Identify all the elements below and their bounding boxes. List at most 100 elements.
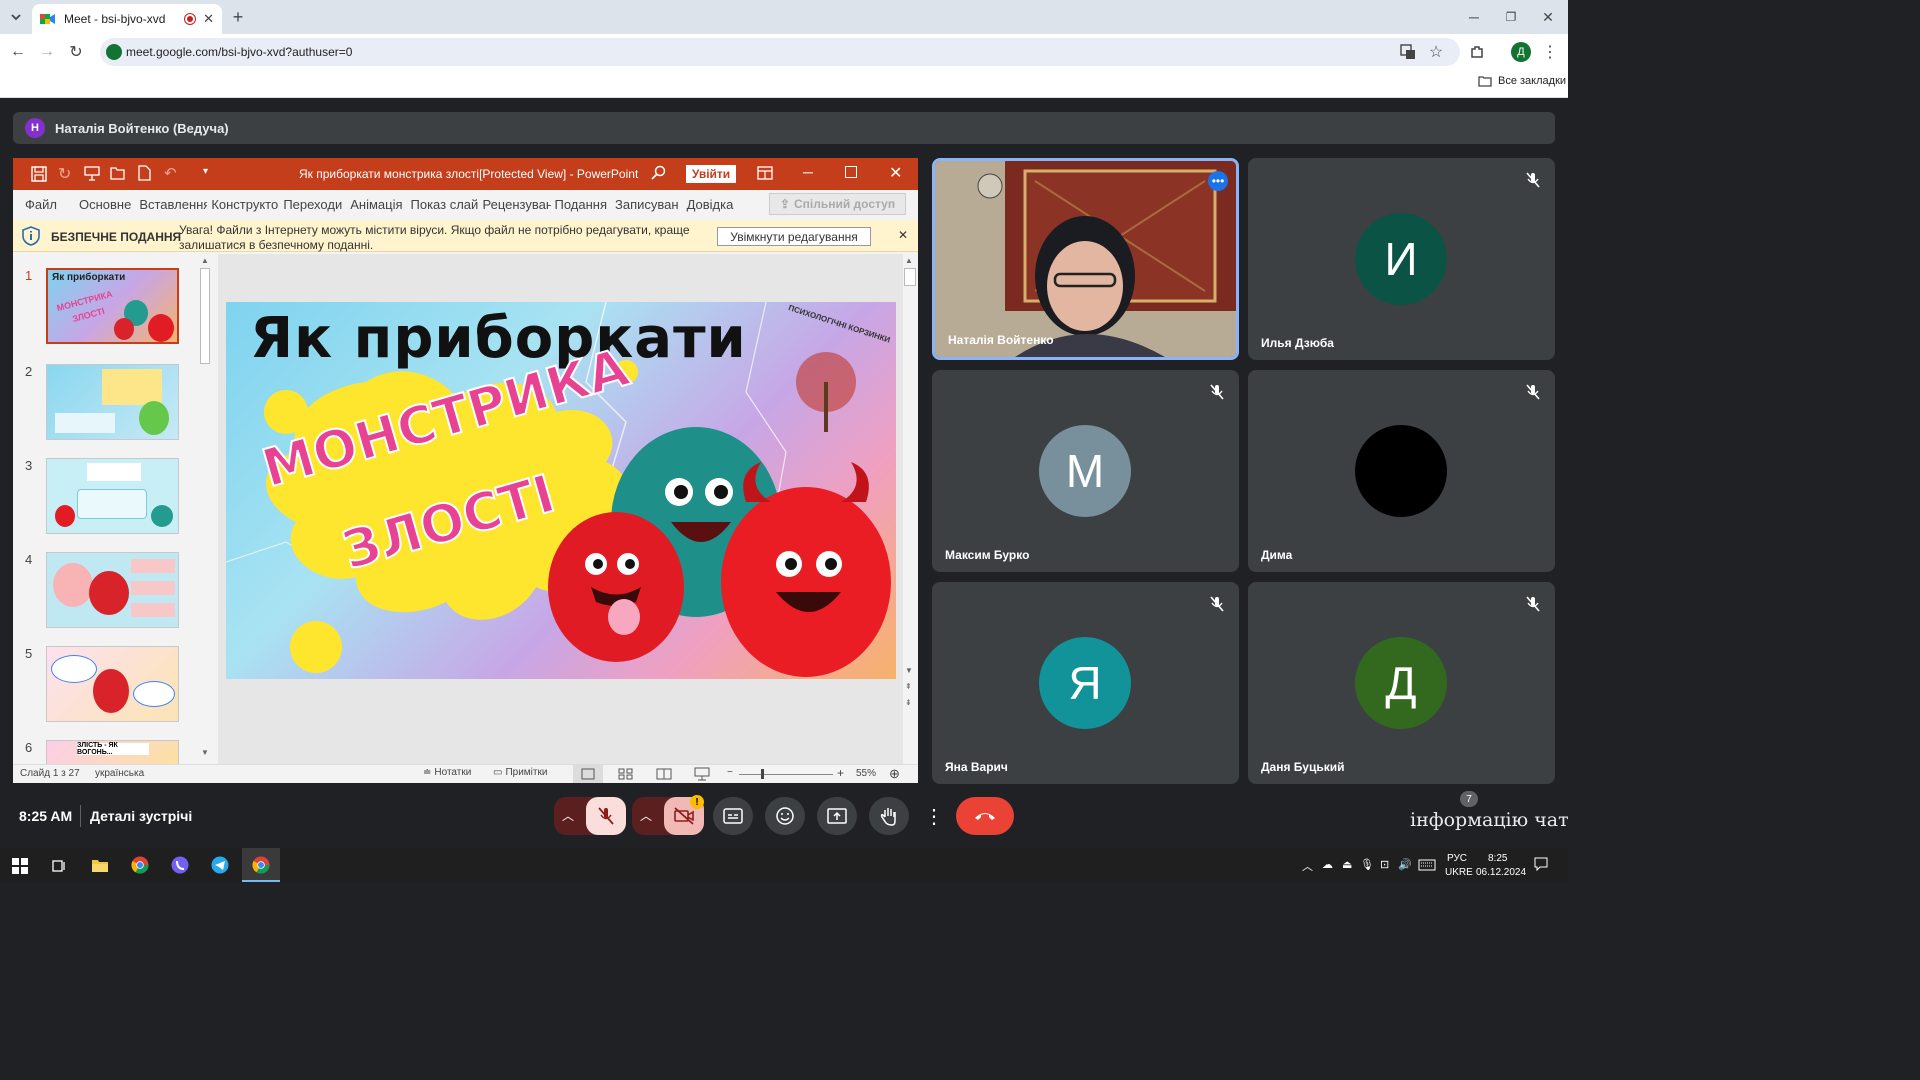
language-status[interactable]: українська xyxy=(95,768,144,779)
tab-home[interactable]: Основне xyxy=(75,197,135,212)
mic-options-chevron-icon[interactable]: ︿ xyxy=(562,807,574,824)
open-icon[interactable] xyxy=(110,166,126,180)
url-input[interactable]: meet.google.com/bsi-bjvo-xvd?authuser=0 xyxy=(100,38,1460,66)
share-button[interactable]: ⇪ Спільний доступ xyxy=(769,193,906,215)
search-icon[interactable] xyxy=(651,165,667,181)
zoom-level[interactable]: 55% xyxy=(856,768,876,779)
chrome-active-task[interactable] xyxy=(242,848,280,882)
browser-tab[interactable]: Meet - bsi-bjvo-xvd ✕ xyxy=(32,4,222,34)
scroll-up-icon[interactable]: ▲ xyxy=(201,256,209,265)
restore-icon[interactable]: ❐ xyxy=(1499,5,1523,29)
translate-icon[interactable] xyxy=(1396,40,1420,64)
notifications-icon[interactable] xyxy=(1534,857,1548,871)
slide-scroll-down-icon[interactable]: ▼ xyxy=(905,666,913,675)
sorter-view-icon[interactable] xyxy=(611,765,641,783)
zoom-in-icon[interactable]: + xyxy=(837,766,844,780)
fit-slide-icon[interactable]: ⊕ xyxy=(889,766,900,782)
extensions-icon[interactable] xyxy=(1465,40,1489,64)
viber-icon[interactable] xyxy=(171,856,189,874)
tab-review[interactable]: Рецензуван xyxy=(479,197,551,212)
mic-toggle-button[interactable] xyxy=(586,797,626,835)
zoom-out-icon[interactable]: − xyxy=(727,767,733,778)
network-icon[interactable]: ⊡ xyxy=(1380,858,1389,871)
slide-thumbnail-2[interactable] xyxy=(46,364,179,440)
input-lang-2[interactable]: UKRE xyxy=(1445,867,1473,878)
keyboard-icon[interactable] xyxy=(1418,859,1436,871)
all-bookmarks-button[interactable]: Все закладки xyxy=(1478,75,1566,87)
present-icon[interactable] xyxy=(84,165,100,181)
prev-slide-icon[interactable]: ⇞ xyxy=(905,682,912,691)
next-slide-icon[interactable]: ⇟ xyxy=(905,698,912,707)
windows-start-icon[interactable] xyxy=(12,858,28,874)
back-icon[interactable]: ← xyxy=(6,40,30,64)
autosave-icon[interactable]: ↻ xyxy=(58,164,71,184)
slide-thumbnail-6[interactable]: ЗЛІСТЬ - ЯК ВОГОНЬ... xyxy=(46,740,179,764)
comments-button[interactable]: ▭ Примітки xyxy=(493,767,547,778)
input-lang-1[interactable]: РУС xyxy=(1447,853,1467,864)
notes-button[interactable]: ≐ Нотатки xyxy=(423,767,471,778)
usb-icon[interactable]: ⏏ xyxy=(1342,858,1352,871)
meeting-details[interactable]: Деталі зустрічі xyxy=(90,808,192,824)
participant-tile-2[interactable]: И Илья Дзюба xyxy=(1248,158,1555,360)
leave-call-button[interactable] xyxy=(956,797,1014,835)
slide-scrollbar[interactable]: ▲ ▼ ⇞ ⇟ xyxy=(903,254,917,764)
clock-date[interactable]: 06.12.2024 xyxy=(1476,867,1526,878)
slide-thumbnail-3[interactable] xyxy=(46,458,179,534)
tab-file[interactable]: Файл xyxy=(21,197,61,212)
task-view-icon[interactable] xyxy=(51,858,67,874)
normal-view-icon[interactable] xyxy=(573,765,603,783)
forward-icon[interactable]: → xyxy=(35,40,59,64)
new-file-icon[interactable] xyxy=(138,165,151,181)
tab-recording[interactable]: Записуван xyxy=(611,197,683,212)
close-tab-icon[interactable]: ✕ xyxy=(203,11,214,27)
slide-thumbnail-5[interactable] xyxy=(46,646,179,722)
volume-icon[interactable]: 🔊 xyxy=(1398,858,1412,871)
participant-tile-1[interactable]: ••• Наталія Войтенко xyxy=(932,158,1239,360)
enable-editing-button[interactable]: Увімкнути редагування xyxy=(717,227,871,246)
more-options-icon[interactable]: ••• xyxy=(1208,171,1228,191)
tray-chevron-icon[interactable]: ︿ xyxy=(1302,858,1313,874)
scroll-down-icon[interactable]: ▼ xyxy=(201,748,209,757)
profile-avatar[interactable]: Д xyxy=(1509,40,1533,64)
tab-transitions[interactable]: Переходи xyxy=(279,197,346,212)
telegram-icon[interactable] xyxy=(211,856,229,874)
thumbs-scrollbar[interactable]: ▲ ▼ xyxy=(199,254,211,764)
close-window-icon[interactable]: ✕ xyxy=(1536,5,1560,29)
clock-time[interactable]: 8:25 xyxy=(1488,853,1507,864)
ppt-maximize-icon[interactable] xyxy=(845,166,857,178)
signin-button[interactable]: Увійти xyxy=(686,165,736,183)
ribbon-display-icon[interactable] xyxy=(757,166,773,180)
slideshow-view-icon[interactable] xyxy=(687,765,717,783)
tab-slideshow[interactable]: Показ слай xyxy=(407,197,479,212)
ppt-minimize-icon[interactable]: ─ xyxy=(803,164,813,180)
slide-scroll-thumb[interactable] xyxy=(904,268,916,286)
tab-animations[interactable]: Анімація xyxy=(346,197,406,212)
slide-scroll-up-icon[interactable]: ▲ xyxy=(905,256,913,265)
participant-tile-4[interactable]: Дима xyxy=(1248,370,1555,572)
tab-design[interactable]: Конструкто xyxy=(207,197,279,212)
captions-button[interactable] xyxy=(713,797,753,835)
participant-tile-5[interactable]: Я Яна Варич xyxy=(932,582,1239,784)
present-screen-button[interactable] xyxy=(817,797,857,835)
slide-thumbnail-1[interactable]: Як приборкати МОНСТРИКА ЗЛОСТІ xyxy=(46,268,179,344)
reload-icon[interactable]: ↻ xyxy=(64,40,88,64)
close-warning-icon[interactable]: ✕ xyxy=(898,228,908,242)
undo-icon[interactable]: ↶ xyxy=(164,164,177,182)
ppt-close-icon[interactable]: ✕ xyxy=(889,163,902,183)
tab-search-icon[interactable] xyxy=(4,5,28,29)
more-options-button[interactable]: ⋮ xyxy=(914,797,954,835)
scroll-thumb[interactable] xyxy=(200,268,210,364)
site-info-icon[interactable] xyxy=(106,44,122,60)
zoom-slider-thumb[interactable] xyxy=(761,769,764,779)
file-explorer-icon[interactable] xyxy=(91,857,109,873)
participant-tile-6[interactable]: Д Даня Буцький xyxy=(1248,582,1555,784)
tab-insert[interactable]: Вставлення xyxy=(135,197,207,212)
reading-view-icon[interactable] xyxy=(649,765,679,783)
camera-options-chevron-icon[interactable]: ︿ xyxy=(640,807,652,824)
tab-help[interactable]: Довідка xyxy=(683,197,738,212)
participant-tile-3[interactable]: М Максим Бурко xyxy=(932,370,1239,572)
bookmark-star-icon[interactable]: ☆ xyxy=(1424,40,1448,64)
slide-thumbnail-4[interactable] xyxy=(46,552,179,628)
chrome-menu-icon[interactable]: ⋮ xyxy=(1538,40,1562,64)
zoom-slider[interactable] xyxy=(739,774,833,775)
